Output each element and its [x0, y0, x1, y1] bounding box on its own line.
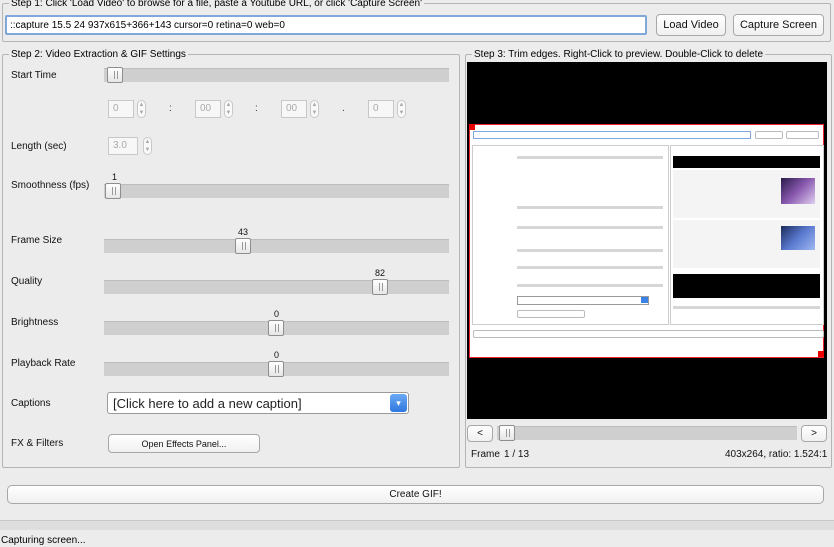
prev-frame-button[interactable]: <: [467, 425, 493, 442]
time-minutes-field[interactable]: 00: [195, 100, 221, 118]
captions-dropdown-value: [Click here to add a new caption]: [113, 396, 302, 411]
fx-filters-label: FX & Filters: [11, 438, 64, 449]
status-text: Capturing screen...: [1, 535, 86, 546]
length-field[interactable]: 3.0: [108, 137, 138, 155]
quality-value: 82: [375, 268, 386, 278]
preview-frame-image: [469, 124, 824, 358]
captured-url-bar: [473, 131, 751, 139]
quality-slider[interactable]: [104, 279, 449, 295]
time-seconds-field[interactable]: 00: [281, 100, 307, 118]
playback-rate-thumb[interactable]: [268, 361, 284, 377]
captured-left-pane: [472, 145, 669, 325]
trim-handle-bottom-right[interactable]: [818, 351, 824, 357]
step3-legend: Step 3: Trim edges. Right-Click to previ…: [474, 49, 764, 60]
time-sep-3: .: [342, 103, 345, 114]
step1-legend: Step 1: Click 'Load Video' to browse for…: [11, 0, 423, 9]
captions-label: Captions: [11, 398, 51, 409]
chevron-down-icon[interactable]: ▾: [390, 394, 407, 412]
time-fraction-stepper[interactable]: ▲ ▼: [397, 100, 406, 118]
length-stepper[interactable]: ▲ ▼: [143, 137, 152, 155]
next-frame-button[interactable]: >: [801, 425, 827, 442]
time-sep-1: :: [169, 103, 172, 114]
frame-dimensions: 403x264, ratio: 1.524:1: [725, 449, 828, 460]
captured-button: [755, 131, 783, 139]
playback-rate-value: 0: [274, 350, 280, 360]
start-time-thumb[interactable]: [107, 67, 123, 83]
captions-dropdown[interactable]: [Click here to add a new caption] ▾: [107, 392, 409, 414]
open-effects-panel-button[interactable]: Open Effects Panel...: [108, 434, 260, 453]
trim-handle-top-left[interactable]: [469, 124, 475, 130]
frame-scrubber-slider[interactable]: [497, 425, 797, 441]
start-time-label: Start Time: [11, 70, 57, 81]
quality-thumb[interactable]: [372, 279, 388, 295]
captured-button: [786, 131, 819, 139]
capture-screen-button[interactable]: Capture Screen: [733, 14, 824, 36]
captured-create-button: [473, 330, 824, 338]
frame-size-thumb[interactable]: [235, 238, 251, 254]
progress-strip: [0, 520, 834, 530]
frame-counter: 1 / 13: [504, 449, 530, 460]
playback-rate-label: Playback Rate: [11, 358, 76, 369]
time-hours-stepper[interactable]: ▲ ▼: [137, 100, 146, 118]
quality-label: Quality: [11, 276, 43, 287]
frame-label: Frame: [471, 449, 500, 460]
brightness-slider[interactable]: [104, 320, 449, 336]
video-url-input[interactable]: [5, 15, 647, 35]
playback-rate-slider[interactable]: [104, 361, 449, 377]
step2-legend: Step 2: Video Extraction & GIF Settings: [11, 49, 186, 60]
smoothness-value: 1: [112, 172, 118, 182]
time-seconds-stepper[interactable]: ▲ ▼: [310, 100, 319, 118]
brightness-thumb[interactable]: [268, 320, 284, 336]
preview-canvas[interactable]: [467, 62, 827, 419]
brightness-label: Brightness: [11, 317, 59, 328]
frame-scrubber-thumb[interactable]: [499, 425, 515, 441]
time-sep-2: :: [255, 103, 258, 114]
frame-size-value: 43: [238, 227, 249, 237]
time-hours-field[interactable]: 0: [108, 100, 134, 118]
time-minutes-stepper[interactable]: ▲ ▼: [224, 100, 233, 118]
brightness-value: 0: [274, 309, 280, 319]
smoothness-thumb[interactable]: [105, 183, 121, 199]
smoothness-label: Smoothness (fps): [11, 180, 90, 191]
length-label: Length (sec): [11, 141, 67, 152]
smoothness-slider[interactable]: [104, 183, 449, 199]
load-video-button[interactable]: Load Video: [656, 14, 726, 36]
time-fraction-field[interactable]: 0: [368, 100, 394, 118]
frame-size-slider[interactable]: [104, 238, 449, 254]
captured-right-pane: [670, 145, 824, 325]
start-time-slider[interactable]: [104, 67, 449, 83]
frame-size-label: Frame Size: [11, 235, 63, 246]
create-gif-button[interactable]: Create GIF!: [7, 485, 824, 504]
